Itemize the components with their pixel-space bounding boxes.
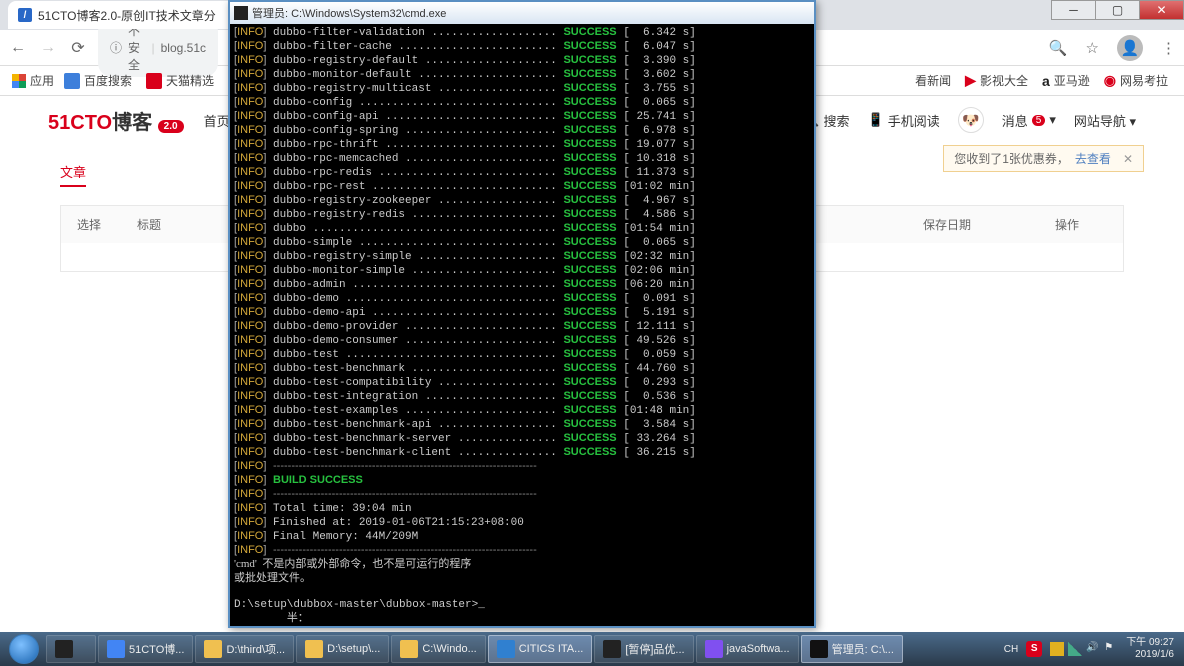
search-omnibox-icon[interactable]: 🔍	[1049, 39, 1068, 57]
taskbar-item[interactable]: D:\setup\...	[296, 635, 389, 663]
ime-indicator[interactable]: CH	[1004, 644, 1018, 655]
tab-title: 51CTO博客2.0-原创IT技术文章分	[38, 7, 216, 24]
taskbar-item[interactable]: javaSoftwa...	[696, 635, 799, 663]
taskbar: 51CTO博...D:\third\项...D:\setup\...C:\Win…	[0, 632, 1184, 666]
bookmark-item[interactable]: a 亚马逊	[1038, 70, 1094, 91]
window-controls: ─ ▢ ✕	[1052, 0, 1184, 20]
coupon-link[interactable]: 去查看	[1075, 150, 1111, 167]
maximize-button[interactable]: ▢	[1095, 0, 1140, 20]
cmd-output[interactable]: [INFO] dubbo-filter-validation .........…	[230, 24, 814, 626]
th-select: 选择	[77, 216, 137, 233]
th-date: 保存日期	[867, 216, 1027, 233]
th-op: 操作	[1027, 216, 1107, 233]
apps-icon[interactable]: 应用	[12, 72, 54, 89]
favicon-icon: /	[18, 8, 32, 22]
volume-icon[interactable]: 🔊	[1086, 642, 1100, 656]
url-text: blog.51c	[161, 41, 206, 55]
site-logo[interactable]: 51CTO博客 2.0	[48, 106, 184, 135]
coupon-notice: 您收到了1张优惠券， 去查看 ✕	[943, 145, 1144, 172]
cmd-icon	[234, 6, 248, 20]
nav-home[interactable]: 首页	[204, 111, 230, 130]
bookmark-item[interactable]: 看新闻	[911, 70, 955, 91]
mobile-read[interactable]: 📱 手机阅读	[868, 111, 940, 130]
site-nav-link[interactable]: 网站导航 ▾	[1074, 111, 1136, 130]
close-button[interactable]: ✕	[1139, 0, 1184, 20]
tray-icon[interactable]	[1050, 642, 1064, 656]
user-avatar-icon[interactable]: 🐶	[958, 107, 984, 133]
sogou-icon[interactable]: S	[1026, 641, 1042, 657]
minimize-button[interactable]: ─	[1051, 0, 1096, 20]
flag-icon[interactable]: ⚑	[1104, 642, 1118, 656]
taskbar-item[interactable]: D:\third\项...	[195, 635, 294, 663]
system-tray: CH S 🔊 ⚑ 下午 09:27 2019/1/6	[1004, 637, 1180, 661]
cmd-window[interactable]: 管理员: C:\Windows\System32\cmd.exe [INFO] …	[228, 0, 816, 628]
browser-tab[interactable]: / 51CTO博客2.0-原创IT技术文章分 ×	[8, 1, 244, 29]
taskbar-item[interactable]: 管理员: C:\...	[801, 635, 903, 663]
bookmark-item[interactable]: 百度搜索	[60, 70, 136, 91]
taskbar-item[interactable]: [暂停]品优...	[594, 635, 693, 663]
network-icon[interactable]	[1068, 642, 1082, 656]
menu-icon[interactable]: ⋮	[1161, 39, 1176, 57]
taskbar-item[interactable]: CITICS ITA...	[488, 635, 593, 663]
forward-icon[interactable]: →	[38, 39, 58, 57]
security-icon: ⓘ	[110, 39, 122, 56]
clock[interactable]: 下午 09:27 2019/1/6	[1126, 637, 1174, 661]
taskbar-item[interactable]: 51CTO博...	[98, 635, 193, 663]
cmd-title-text: 管理员: C:\Windows\System32\cmd.exe	[252, 5, 446, 21]
messages-link[interactable]: 消息 5 ▾	[1002, 111, 1056, 130]
taskbar-item[interactable]	[46, 635, 96, 663]
back-icon[interactable]: ←	[8, 39, 28, 57]
security-text: 不安全	[128, 22, 145, 73]
bookmark-item[interactable]: ▶ 影视大全	[961, 70, 1032, 91]
bookmark-item[interactable]: ◉ 网易考拉	[1100, 70, 1172, 91]
taskbar-item[interactable]: C:\Windo...	[391, 635, 485, 663]
reload-icon[interactable]: ⟳	[68, 38, 88, 58]
start-button[interactable]	[4, 634, 44, 664]
cmd-titlebar[interactable]: 管理员: C:\Windows\System32\cmd.exe	[230, 2, 814, 24]
profile-avatar-icon[interactable]: 👤	[1117, 35, 1143, 61]
tab-article[interactable]: 文章	[60, 162, 86, 187]
notice-close-icon[interactable]: ✕	[1123, 152, 1133, 166]
bookmark-item[interactable]: 天猫精选	[142, 70, 218, 91]
bookmark-star-icon[interactable]: ☆	[1086, 39, 1099, 57]
